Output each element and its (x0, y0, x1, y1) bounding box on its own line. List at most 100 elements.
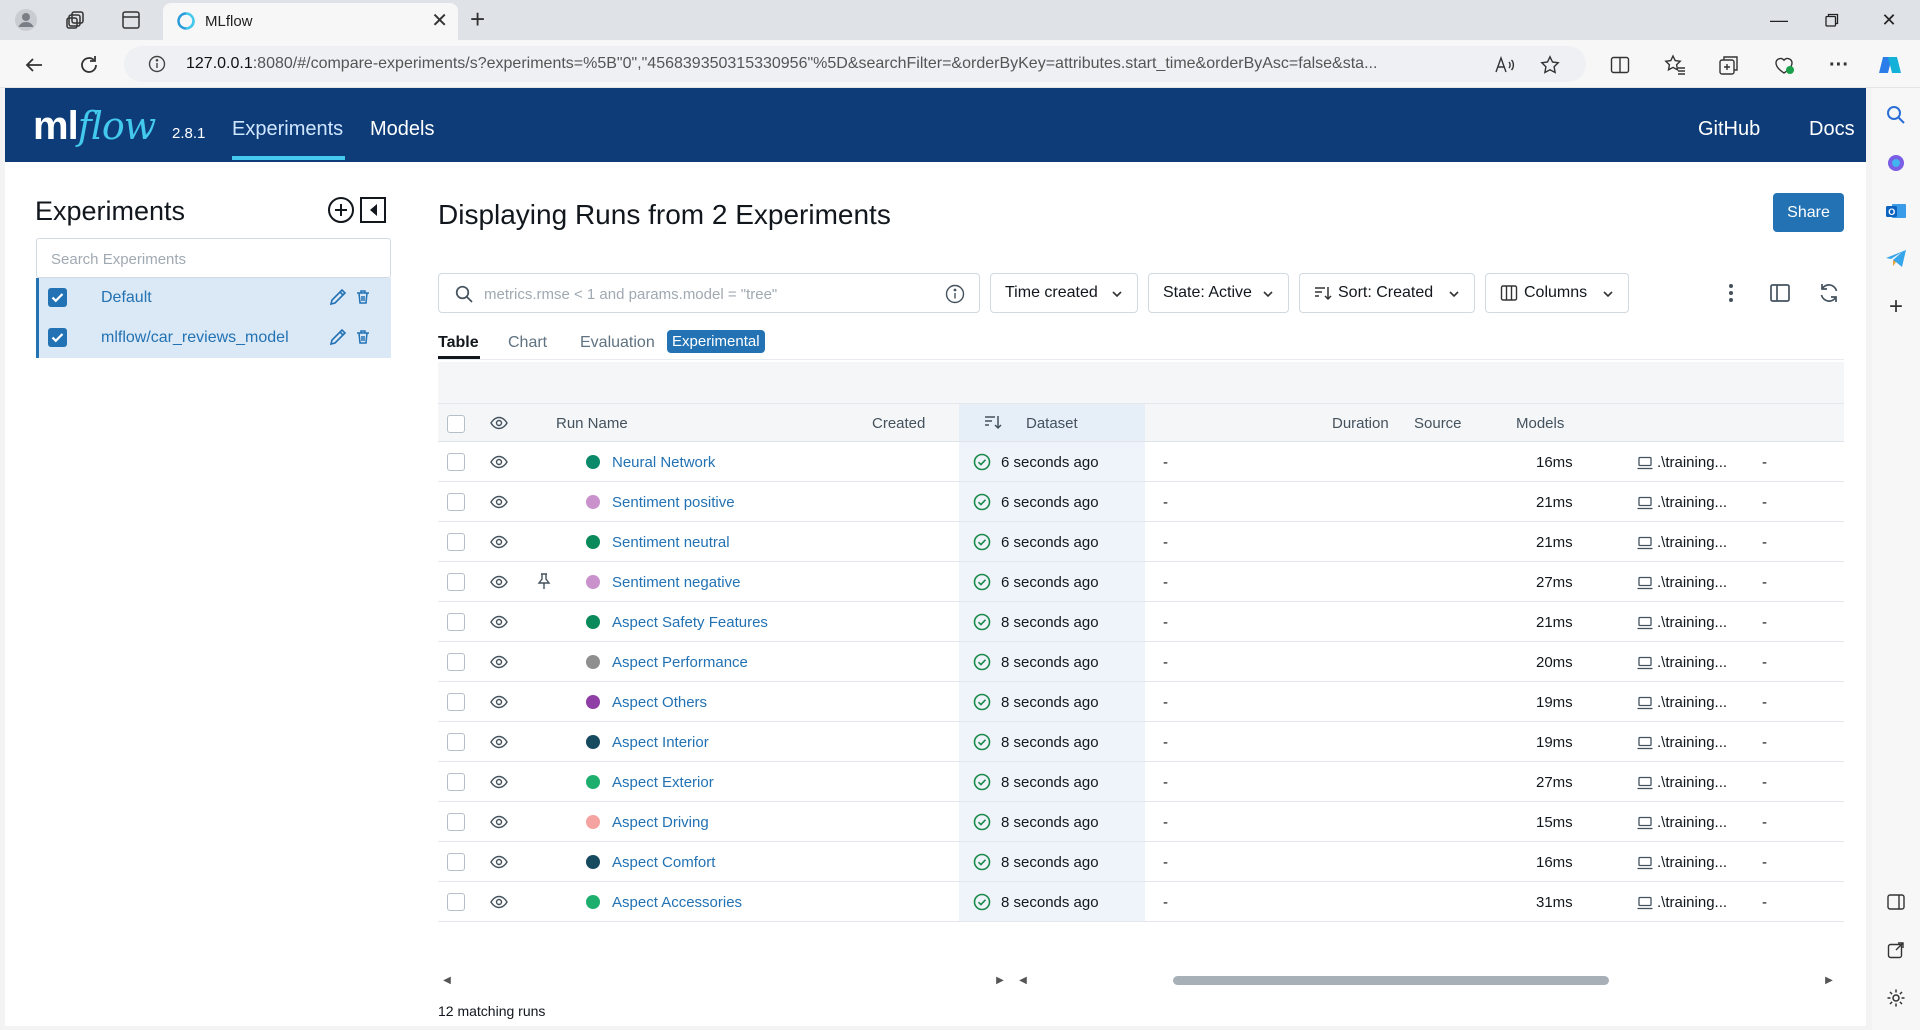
nav-github[interactable]: GitHub (1698, 118, 1760, 141)
edit-pencil-icon[interactable] (329, 328, 347, 346)
run-color-dot[interactable] (586, 895, 600, 909)
experiment-item-default[interactable]: Default (36, 278, 391, 318)
table-row[interactable]: Aspect Interior 8 seconds ago - 19ms .\train… (438, 722, 1844, 762)
scroll-right-icon[interactable]: ▶ (1823, 973, 1835, 987)
run-name-link[interactable]: Aspect Comfort (612, 854, 715, 871)
run-color-dot[interactable] (586, 855, 600, 869)
delete-trash-icon[interactable] (355, 289, 371, 305)
row-checkbox[interactable] (447, 613, 465, 631)
mlflow-logo[interactable]: ml flow (33, 104, 156, 149)
nav-experiments[interactable]: Experiments (232, 118, 343, 141)
table-row[interactable]: Aspect Safety Features 8 seconds ago - 21ms… (438, 602, 1844, 642)
table-row[interactable]: Aspect Comfort 8 seconds ago - 16ms .\traini… (438, 842, 1844, 882)
run-color-dot[interactable] (586, 455, 600, 469)
table-row[interactable]: Aspect Driving 8 seconds ago - 15ms .\traini… (438, 802, 1844, 842)
copilot-icon[interactable] (1878, 53, 1902, 77)
create-experiment-icon[interactable] (327, 196, 355, 224)
favorite-star-icon[interactable] (1539, 54, 1561, 76)
run-name-link[interactable]: Aspect Performance (612, 654, 748, 671)
table-row[interactable]: Sentiment positive 6 seconds ago - 21ms .\tr… (438, 482, 1844, 522)
row-checkbox[interactable] (447, 573, 465, 591)
row-checkbox[interactable] (447, 493, 465, 511)
horizontal-scrollbar[interactable]: ◀ ▶ ◀ ▶ (438, 973, 1844, 987)
tab-table[interactable]: Table (438, 334, 479, 352)
run-name-link[interactable]: Aspect Exterior (612, 774, 714, 791)
select-all-checkbox[interactable] (447, 415, 465, 433)
run-source[interactable]: .\training... (1657, 734, 1727, 751)
run-color-dot[interactable] (586, 775, 600, 789)
toggle-side-panel-icon[interactable] (1768, 281, 1792, 305)
experiment-checkbox[interactable] (48, 288, 67, 307)
column-header-dataset[interactable]: Dataset (1026, 415, 1078, 432)
restore-icon[interactable] (1820, 8, 1844, 32)
sort-descending-icon[interactable] (984, 413, 1002, 431)
row-checkbox[interactable] (447, 533, 465, 551)
run-color-dot[interactable] (586, 815, 600, 829)
run-name-link[interactable]: Aspect Interior (612, 734, 709, 751)
refresh-icon[interactable] (76, 52, 102, 78)
run-source[interactable]: .\training... (1657, 774, 1727, 791)
run-color-dot[interactable] (586, 615, 600, 629)
close-window-icon[interactable]: ✕ (1877, 8, 1901, 32)
browser-essentials-icon[interactable] (1772, 53, 1796, 77)
table-row[interactable]: Aspect Exterior 8 seconds ago - 27ms .\train… (438, 762, 1844, 802)
more-options-icon[interactable]: ··· (1827, 53, 1851, 77)
run-filter-input[interactable]: metrics.rmse < 1 and params.model = "tre… (438, 273, 980, 313)
toggle-visibility-all-eye-icon[interactable] (490, 415, 508, 431)
row-checkbox[interactable] (447, 813, 465, 831)
tab-experimental[interactable]: Experimental (667, 330, 765, 353)
run-source[interactable]: .\training... (1657, 574, 1727, 591)
favorites-icon[interactable] (1663, 53, 1687, 77)
run-source[interactable]: .\training... (1657, 614, 1727, 631)
sidebar-panel-icon[interactable] (1884, 890, 1908, 914)
tab-chart[interactable]: Chart (508, 334, 547, 352)
info-icon[interactable] (945, 284, 965, 304)
run-name-link[interactable]: Neural Network (612, 454, 715, 471)
run-name-link[interactable]: Aspect Others (612, 694, 707, 711)
column-header-run-name[interactable]: Run Name (556, 415, 628, 432)
time-created-dropdown[interactable]: Time created (990, 273, 1138, 313)
tab-evaluation[interactable]: Evaluation (580, 334, 655, 352)
pin-icon[interactable] (535, 572, 553, 590)
run-source[interactable]: .\training... (1657, 854, 1727, 871)
run-source[interactable]: .\training... (1657, 654, 1727, 671)
nav-models[interactable]: Models (370, 118, 434, 141)
scroll-left-icon[interactable]: ◀ (441, 973, 453, 987)
telegram-icon[interactable] (1884, 247, 1908, 271)
close-tab-icon[interactable]: ✕ (431, 11, 448, 31)
edit-pencil-icon[interactable] (329, 288, 347, 306)
open-external-icon[interactable] (1884, 938, 1908, 962)
table-row[interactable]: Neural Network 6 seconds ago - 16ms .\traini… (438, 442, 1844, 482)
new-tab-icon[interactable]: + (470, 6, 485, 32)
search-icon[interactable] (1884, 103, 1908, 127)
back-icon[interactable] (21, 52, 47, 78)
run-source[interactable]: .\training... (1657, 534, 1727, 551)
column-header-source[interactable]: Source (1414, 415, 1462, 432)
experiment-checkbox[interactable] (48, 328, 67, 347)
run-name-link[interactable]: Sentiment neutral (612, 534, 730, 551)
refresh-runs-icon[interactable] (1817, 281, 1841, 305)
url-field[interactable]: 127.0.0.1:8080/#/compare-experiments/s?e… (124, 46, 1586, 82)
toggle-visibility-eye-icon[interactable] (490, 574, 508, 590)
delete-trash-icon[interactable] (355, 329, 371, 345)
run-source[interactable]: .\training... (1657, 694, 1727, 711)
run-color-dot[interactable] (586, 695, 600, 709)
outlook-icon[interactable]: O (1884, 199, 1908, 223)
toggle-visibility-eye-icon[interactable] (490, 894, 508, 910)
toggle-visibility-eye-icon[interactable] (490, 734, 508, 750)
collections-icon[interactable] (1717, 53, 1741, 77)
run-name-link[interactable]: Aspect Driving (612, 814, 709, 831)
toggle-visibility-eye-icon[interactable] (490, 694, 508, 710)
toggle-visibility-eye-icon[interactable] (490, 494, 508, 510)
toggle-visibility-eye-icon[interactable] (490, 534, 508, 550)
toggle-visibility-eye-icon[interactable] (490, 774, 508, 790)
row-checkbox[interactable] (447, 693, 465, 711)
toggle-visibility-eye-icon[interactable] (490, 614, 508, 630)
run-source[interactable]: .\training... (1657, 894, 1727, 911)
sort-dropdown[interactable]: Sort: Created (1299, 273, 1475, 313)
toggle-visibility-eye-icon[interactable] (490, 654, 508, 670)
column-header-created[interactable]: Created (872, 415, 925, 432)
toggle-visibility-eye-icon[interactable] (490, 454, 508, 470)
profile-icon[interactable] (14, 8, 38, 32)
run-name-link[interactable]: Sentiment positive (612, 494, 735, 511)
